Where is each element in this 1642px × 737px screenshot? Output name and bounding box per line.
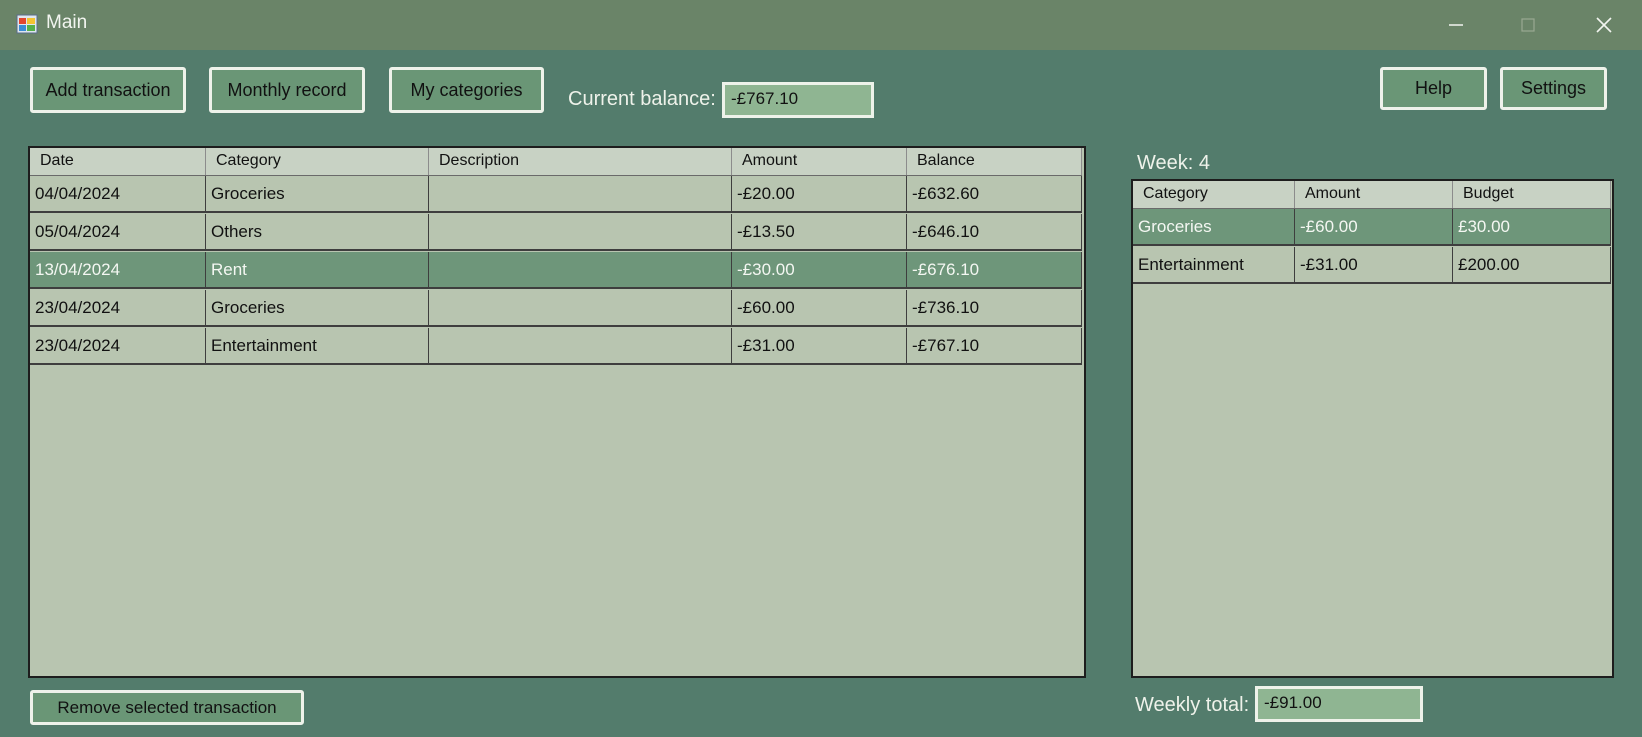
- cell-category: Groceries: [1133, 209, 1295, 246]
- table-row[interactable]: 05/04/2024 Others -£13.50 -£646.10: [30, 214, 1082, 251]
- table-row[interactable]: 23/04/2024 Entertainment -£31.00 -£767.1…: [30, 328, 1082, 365]
- cell-amount: -£30.00: [732, 252, 907, 289]
- close-icon[interactable]: [1584, 10, 1624, 40]
- column-header-category[interactable]: Category: [1133, 181, 1295, 208]
- column-header-amount[interactable]: Amount: [732, 148, 907, 175]
- maximize-icon[interactable]: [1508, 10, 1548, 40]
- cell-category: Entertainment: [1133, 247, 1295, 284]
- title-bar: Main: [0, 0, 1642, 50]
- cell-date: 04/04/2024: [30, 176, 206, 213]
- cell-balance: -£646.10: [907, 214, 1082, 251]
- remove-transaction-button[interactable]: Remove selected transaction: [30, 690, 304, 725]
- my-categories-button[interactable]: My categories: [389, 67, 544, 113]
- table-row[interactable]: 23/04/2024 Groceries -£60.00 -£736.10: [30, 290, 1082, 327]
- table-row[interactable]: 04/04/2024 Groceries -£20.00 -£632.60: [30, 176, 1082, 213]
- transactions-grid[interactable]: Date Category Description Amount Balance…: [28, 146, 1086, 678]
- settings-button[interactable]: Settings: [1500, 67, 1607, 110]
- cell-balance: -£767.10: [907, 328, 1082, 365]
- cell-category: Entertainment: [206, 328, 429, 365]
- add-transaction-button[interactable]: Add transaction: [30, 67, 186, 113]
- column-header-description[interactable]: Description: [429, 148, 732, 175]
- window-title: Main: [46, 12, 88, 33]
- cell-date: 23/04/2024: [30, 328, 206, 365]
- cell-date: 23/04/2024: [30, 290, 206, 327]
- minimize-icon[interactable]: [1436, 10, 1476, 40]
- week-label: Week: 4: [1137, 152, 1210, 174]
- cell-category: Groceries: [206, 176, 429, 213]
- table-row[interactable]: Groceries -£60.00 £30.00: [1133, 209, 1611, 246]
- cell-category: Others: [206, 214, 429, 251]
- cell-amount: -£31.00: [1295, 247, 1453, 284]
- column-header-category[interactable]: Category: [206, 148, 429, 175]
- app-icon: [16, 14, 38, 34]
- cell-description: [429, 214, 732, 251]
- weekly-header: Category Amount Budget: [1133, 181, 1611, 209]
- cell-balance: -£736.10: [907, 290, 1082, 327]
- weekly-grid[interactable]: Category Amount Budget Groceries -£60.00…: [1131, 179, 1614, 678]
- column-header-date[interactable]: Date: [30, 148, 206, 175]
- cell-amount: -£60.00: [732, 290, 907, 327]
- cell-date: 13/04/2024: [30, 252, 206, 289]
- cell-amount: -£60.00: [1295, 209, 1453, 246]
- table-row[interactable]: 13/04/2024 Rent -£30.00 -£676.10: [30, 252, 1082, 289]
- cell-budget: £30.00: [1453, 209, 1611, 246]
- weekly-total-field: -£91.00: [1255, 686, 1423, 722]
- current-balance-label: Current balance:: [568, 88, 716, 110]
- cell-description: [429, 290, 732, 327]
- current-balance-field: -£767.10: [722, 82, 874, 118]
- column-header-budget[interactable]: Budget: [1453, 181, 1611, 208]
- help-button[interactable]: Help: [1380, 67, 1487, 110]
- column-header-amount[interactable]: Amount: [1295, 181, 1453, 208]
- cell-balance: -£676.10: [907, 252, 1082, 289]
- cell-balance: -£632.60: [907, 176, 1082, 213]
- cell-date: 05/04/2024: [30, 214, 206, 251]
- cell-description: [429, 328, 732, 365]
- cell-description: [429, 252, 732, 289]
- monthly-record-button[interactable]: Monthly record: [209, 67, 365, 113]
- transactions-header: Date Category Description Amount Balance: [30, 148, 1082, 176]
- cell-category: Rent: [206, 252, 429, 289]
- cell-category: Groceries: [206, 290, 429, 327]
- cell-amount: -£31.00: [732, 328, 907, 365]
- cell-budget: £200.00: [1453, 247, 1611, 284]
- cell-description: [429, 176, 732, 213]
- table-row[interactable]: Entertainment -£31.00 £200.00: [1133, 247, 1611, 284]
- cell-amount: -£20.00: [732, 176, 907, 213]
- column-header-balance[interactable]: Balance: [907, 148, 1082, 175]
- weekly-total-label: Weekly total:: [1135, 694, 1250, 716]
- cell-amount: -£13.50: [732, 214, 907, 251]
